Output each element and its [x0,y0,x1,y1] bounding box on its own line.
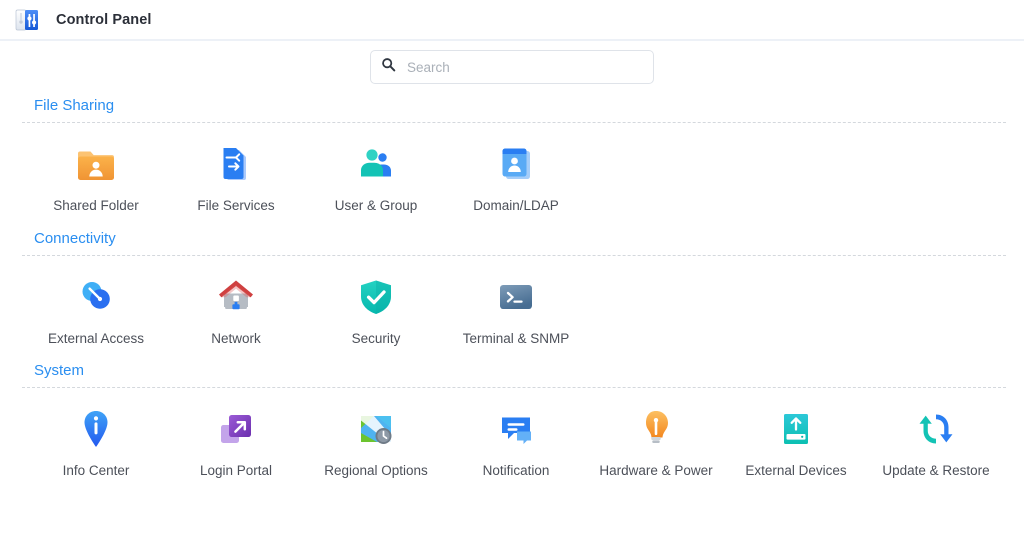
tile-label: Terminal & SNMP [463,329,570,348]
shared-folder-icon [73,141,119,187]
notification-icon [493,406,539,452]
tile-label: External Access [48,329,144,348]
tile-label: Security [352,329,401,348]
search-row [0,41,1024,93]
search-icon [381,57,405,77]
tile-domain-ldap[interactable]: Domain/LDAP [446,123,586,215]
tile-shared-folder[interactable]: Shared Folder [26,123,166,215]
tile-label: Hardware & Power [599,461,712,480]
external-devices-icon [773,406,819,452]
window-titlebar: Control Panel [0,0,1024,41]
login-portal-icon [213,406,259,452]
tile-grid-system: Info Center Login Portal [0,388,1024,480]
terminal-snmp-icon [493,274,539,320]
tile-security[interactable]: Security [306,256,446,348]
network-house-icon [213,274,259,320]
tile-login-portal[interactable]: Login Portal [166,388,306,480]
tile-label: User & Group [335,196,418,215]
hardware-power-bulb-icon [633,406,679,452]
section-title-file-sharing: File Sharing [34,97,1024,114]
tile-hardware-power[interactable]: Hardware & Power [586,388,726,480]
tile-label: Login Portal [200,461,272,480]
tile-external-access[interactable]: External Access [26,256,166,348]
tile-label: Update & Restore [882,461,989,480]
control-panel-content: File Sharing Shared Folder [0,97,1024,480]
security-shield-icon [353,274,399,320]
external-access-icon [73,274,119,320]
search-box[interactable] [370,50,654,84]
file-services-icon [213,141,259,187]
regional-options-icon [353,406,399,452]
tile-label: File Services [197,196,274,215]
tile-grid-file-sharing: Shared Folder File Services [0,123,1024,215]
section-title-system: System [34,362,1024,379]
info-center-icon [73,406,119,452]
update-restore-icon [913,406,959,452]
tile-grid-connectivity: External Access Network [0,256,1024,348]
tile-external-devices[interactable]: External Devices [726,388,866,480]
tile-update-restore[interactable]: Update & Restore [866,388,1006,480]
tile-user-and-group[interactable]: User & Group [306,123,446,215]
tile-notification[interactable]: Notification [446,388,586,480]
control-panel-sliders-icon [14,7,40,33]
domain-ldap-icon [493,141,539,187]
tile-label: Regional Options [324,461,428,480]
section-title-connectivity: Connectivity [34,230,1024,247]
tile-label: Shared Folder [53,196,139,215]
tile-file-services[interactable]: File Services [166,123,306,215]
tile-label: Notification [483,461,550,480]
tile-label: Network [211,329,261,348]
section-connectivity: Connectivity External Access [0,230,1024,348]
tile-info-center[interactable]: Info Center [26,388,166,480]
user-and-group-icon [353,141,399,187]
search-input[interactable] [405,59,643,76]
tile-label: Domain/LDAP [473,196,559,215]
tile-label: Info Center [63,461,130,480]
tile-network[interactable]: Network [166,256,306,348]
tile-terminal-snmp[interactable]: Terminal & SNMP [446,256,586,348]
section-file-sharing: File Sharing Shared Folder [0,97,1024,215]
tile-regional-options[interactable]: Regional Options [306,388,446,480]
tile-label: External Devices [745,461,846,480]
section-system: System Info Center [0,362,1024,480]
page-title: Control Panel [56,12,152,28]
